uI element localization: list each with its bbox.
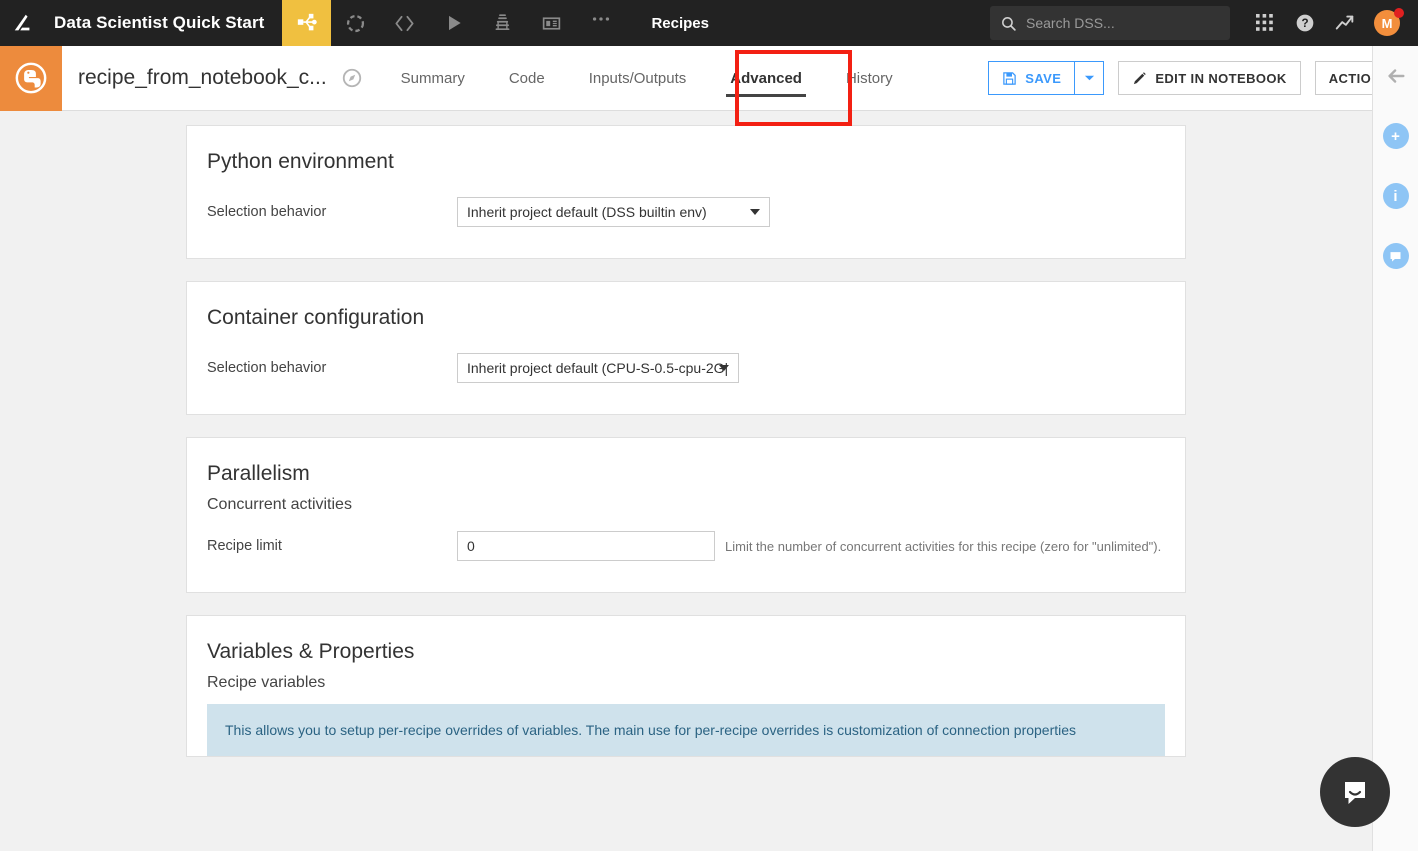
nav-dataset-icon[interactable]: [331, 0, 380, 46]
collapse-left-arrow-icon[interactable]: [1373, 46, 1418, 106]
container-config-select-value: Inherit project default (CPU-S-0.5-cpu-2…: [467, 360, 729, 376]
notification-dot: [1394, 8, 1404, 18]
recipe-variables-subheading: Recipe variables: [207, 674, 326, 691]
search-placeholder: Search DSS...: [1026, 15, 1115, 31]
python-recipe-icon: [0, 45, 62, 111]
apps-grid-icon[interactable]: [1248, 0, 1282, 46]
recipe-limit-input[interactable]: [457, 531, 715, 561]
nav-icon-group: [282, 0, 625, 46]
dataiku-logo-icon[interactable]: [0, 0, 46, 46]
pencil-icon: [1132, 71, 1147, 86]
nav-flow-icon[interactable]: [282, 0, 332, 46]
nav-play-icon[interactable]: [429, 0, 478, 46]
tab-advanced-label: Advanced: [730, 69, 802, 87]
save-button[interactable]: SAVE: [988, 61, 1075, 95]
top-right-group: Search DSS... ? M: [990, 0, 1418, 46]
save-dropdown-button[interactable]: [1074, 61, 1105, 95]
python-environment-title: Python environment: [207, 150, 394, 173]
variables-properties-title: Variables & Properties: [207, 640, 415, 663]
tab-code[interactable]: Code: [487, 46, 567, 111]
comment-circle-icon[interactable]: [1373, 226, 1418, 286]
help-circle-icon[interactable]: ?: [1288, 0, 1322, 46]
tab-summary-label: Summary: [400, 69, 465, 87]
info-circle-icon[interactable]: i: [1373, 166, 1418, 226]
python-environment-panel: Python environment Selection behavior In…: [186, 125, 1186, 259]
parallelism-panel: Parallelism Concurrent activities Recipe…: [186, 437, 1186, 593]
recipe-limit-help-text: Limit the number of concurrent activitie…: [725, 538, 1162, 554]
variables-properties-panel: Variables & Properties Recipe variables …: [186, 615, 1186, 757]
svg-text:?: ?: [1301, 17, 1308, 30]
chevron-down-icon: [1084, 69, 1095, 87]
chevron-down-icon: [719, 365, 729, 371]
search-icon: [1000, 15, 1017, 32]
python-env-select[interactable]: Inherit project default (DSS builtin env…: [457, 197, 770, 227]
save-button-group: SAVE: [988, 61, 1105, 95]
nav-lab-icon[interactable]: [478, 0, 527, 46]
avatar[interactable]: M: [1370, 0, 1404, 46]
intercom-chat-icon[interactable]: [1320, 757, 1390, 827]
container-config-select[interactable]: Inherit project default (CPU-S-0.5-cpu-2…: [457, 353, 739, 383]
trending-up-icon[interactable]: [1328, 0, 1362, 46]
chevron-down-icon: [750, 209, 760, 215]
tab-history-label: History: [845, 69, 893, 87]
tab-summary[interactable]: Summary: [379, 46, 487, 111]
edit-in-notebook-label: EDIT IN NOTEBOOK: [1155, 70, 1287, 86]
recipe-limit-label: Recipe limit: [207, 538, 282, 554]
recipe-name[interactable]: recipe_from_notebook_c...: [62, 66, 341, 90]
recipe-limit-row: Recipe limit Limit the number of concurr…: [207, 526, 1165, 566]
container-selection-behavior-row: Selection behavior Inherit project defau…: [207, 348, 1165, 388]
nav-code-icon[interactable]: [380, 0, 429, 46]
nav-dashboard-icon[interactable]: [527, 0, 576, 46]
recipe-toolbar: recipe_from_notebook_c... Summary Code I…: [0, 45, 1418, 111]
tab-advanced[interactable]: Advanced: [708, 46, 824, 111]
nav-more-icon[interactable]: [576, 0, 625, 46]
compass-icon[interactable]: [341, 67, 363, 89]
top-navigation-bar: Data Scientist Quick Start Recipes Searc…: [0, 0, 1418, 55]
tab-inputs-outputs-label: Inputs/Outputs: [588, 69, 687, 87]
recipe-variables-info-box: This allows you to setup per-recipe over…: [207, 704, 1165, 756]
python-selection-behavior-label: Selection behavior: [207, 204, 327, 220]
python-selection-behavior-row: Selection behavior Inherit project defau…: [207, 192, 1165, 232]
advanced-settings-content: Python environment Selection behavior In…: [0, 111, 1372, 851]
section-label[interactable]: Recipes: [651, 14, 709, 55]
python-env-select-value: Inherit project default (DSS builtin env…: [467, 204, 707, 220]
container-configuration-title: Container configuration: [207, 306, 425, 329]
search-input[interactable]: Search DSS...: [990, 6, 1230, 40]
add-circle-glyph: +: [1382, 123, 1409, 149]
toolbar-actions: SAVE EDIT IN NOTEBOOK ACTIONS: [988, 61, 1418, 95]
parallelism-title: Parallelism: [207, 462, 310, 485]
concurrent-activities-subheading: Concurrent activities: [207, 496, 352, 513]
recipe-tabs: Summary Code Inputs/Outputs Advanced His…: [379, 46, 915, 111]
save-button-label: SAVE: [1025, 70, 1062, 86]
container-configuration-panel: Container configuration Selection behavi…: [186, 281, 1186, 415]
tab-code-label: Code: [508, 69, 545, 87]
floppy-disk-icon: [1002, 71, 1017, 86]
tab-inputs-outputs[interactable]: Inputs/Outputs: [567, 46, 709, 111]
container-selection-behavior-label: Selection behavior: [207, 360, 327, 376]
add-circle-icon[interactable]: +: [1373, 106, 1418, 166]
info-circle-glyph: i: [1382, 183, 1409, 209]
edit-in-notebook-button[interactable]: EDIT IN NOTEBOOK: [1118, 61, 1301, 95]
section-label-text: Recipes: [651, 14, 709, 32]
project-name[interactable]: Data Scientist Quick Start: [46, 13, 282, 33]
tab-history[interactable]: History: [824, 46, 915, 111]
comment-circle-glyph: [1382, 243, 1409, 269]
right-sidebar: + i: [1372, 46, 1418, 851]
